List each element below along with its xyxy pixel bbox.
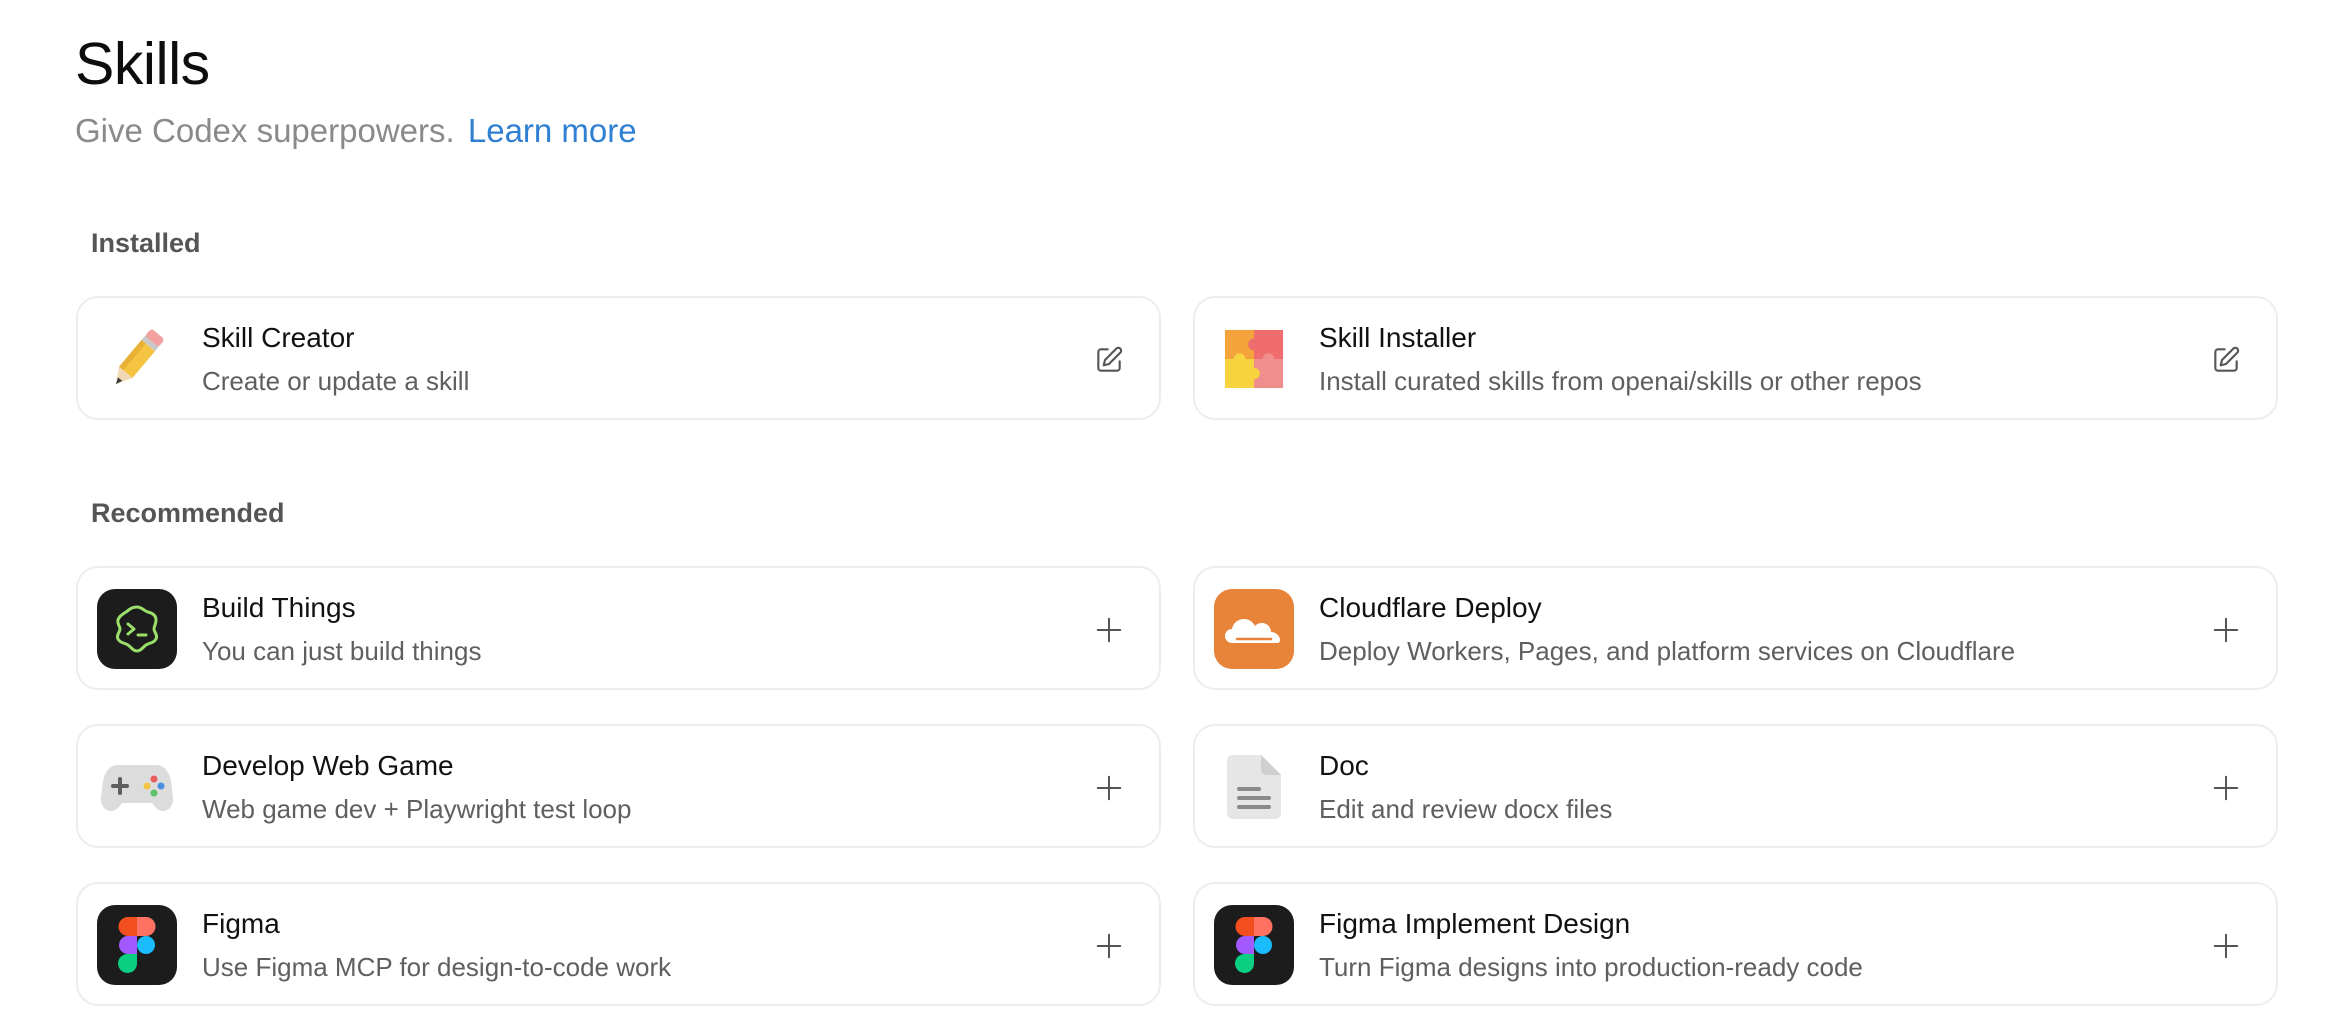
skill-card-figma-implement-design[interactable]: Figma Implement Design Turn Figma design… [1193, 882, 2278, 1006]
figma-icon [1214, 905, 1294, 985]
page-title: Skills [75, 31, 210, 97]
figma-icon [97, 905, 177, 985]
skill-title: Build Things [202, 592, 356, 623]
edit-icon [1097, 346, 1123, 372]
add-skill-button[interactable] [2206, 768, 2246, 808]
plus-icon [1096, 617, 1122, 643]
cloudflare-icon [1214, 589, 1294, 669]
subtitle-text: Give Codex superpowers. [75, 112, 455, 149]
edit-skill-button[interactable] [2206, 340, 2246, 380]
plus-icon [2213, 933, 2239, 959]
plus-icon [2213, 775, 2239, 801]
skill-card-skill-installer[interactable]: Skill Installer Install curated skills f… [1193, 296, 2278, 420]
skill-title: Cloudflare Deploy [1319, 592, 1542, 623]
skill-title: Skill Installer [1319, 322, 1477, 353]
terminal-blob-icon [97, 589, 177, 669]
skill-title: Develop Web Game [202, 750, 454, 781]
skill-title: Doc [1319, 750, 1369, 781]
add-skill-button[interactable] [1089, 610, 1129, 650]
section-heading-recommended: Recommended [91, 498, 285, 528]
add-skill-button[interactable] [1089, 926, 1129, 966]
skill-card-skill-creator[interactable]: Skill Creator Create or update a skill [76, 296, 1161, 420]
edit-icon [2214, 346, 2240, 372]
document-icon [1214, 747, 1294, 827]
plus-icon [1096, 775, 1122, 801]
pencil-icon [97, 319, 177, 399]
add-skill-button[interactable] [1089, 768, 1129, 808]
skill-card-cloudflare-deploy[interactable]: Cloudflare Deploy Deploy Workers, Pages,… [1193, 566, 2278, 690]
skills-page: Skills Give Codex superpowers. Learn mor… [0, 0, 2330, 1034]
skill-description: You can just build things [202, 636, 482, 666]
skill-description: Turn Figma designs into production-ready… [1319, 952, 1863, 982]
learn-more-link[interactable]: Learn more [468, 112, 637, 149]
skill-description: Create or update a skill [202, 366, 470, 396]
skill-card-build-things[interactable]: Build Things You can just build things [76, 566, 1161, 690]
skill-card-figma[interactable]: Figma Use Figma MCP for design-to-code w… [76, 882, 1161, 1006]
skill-title: Figma Implement Design [1319, 908, 1631, 939]
plus-icon [1096, 933, 1122, 959]
skill-card-doc[interactable]: Doc Edit and review docx files [1193, 724, 2278, 848]
plus-icon [2213, 617, 2239, 643]
puzzle-icon [1214, 319, 1294, 399]
skill-description: Deploy Workers, Pages, and platform serv… [1319, 636, 2016, 666]
skill-card-develop-web-game[interactable]: Develop Web Game Web game dev + Playwrig… [76, 724, 1161, 848]
skill-title: Skill Creator [202, 322, 355, 353]
page-subtitle: Give Codex superpowers. Learn more [75, 112, 637, 150]
skill-description: Use Figma MCP for design-to-code work [202, 952, 672, 982]
skill-description: Edit and review docx files [1319, 794, 1613, 824]
skill-title: Figma [202, 908, 280, 939]
add-skill-button[interactable] [2206, 610, 2246, 650]
skill-description: Web game dev + Playwright test loop [202, 794, 632, 824]
skill-description: Install curated skills from openai/skill… [1319, 366, 1922, 396]
gamepad-icon [97, 747, 177, 827]
section-heading-installed: Installed [91, 228, 201, 258]
add-skill-button[interactable] [2206, 926, 2246, 966]
edit-skill-button[interactable] [1089, 340, 1129, 380]
